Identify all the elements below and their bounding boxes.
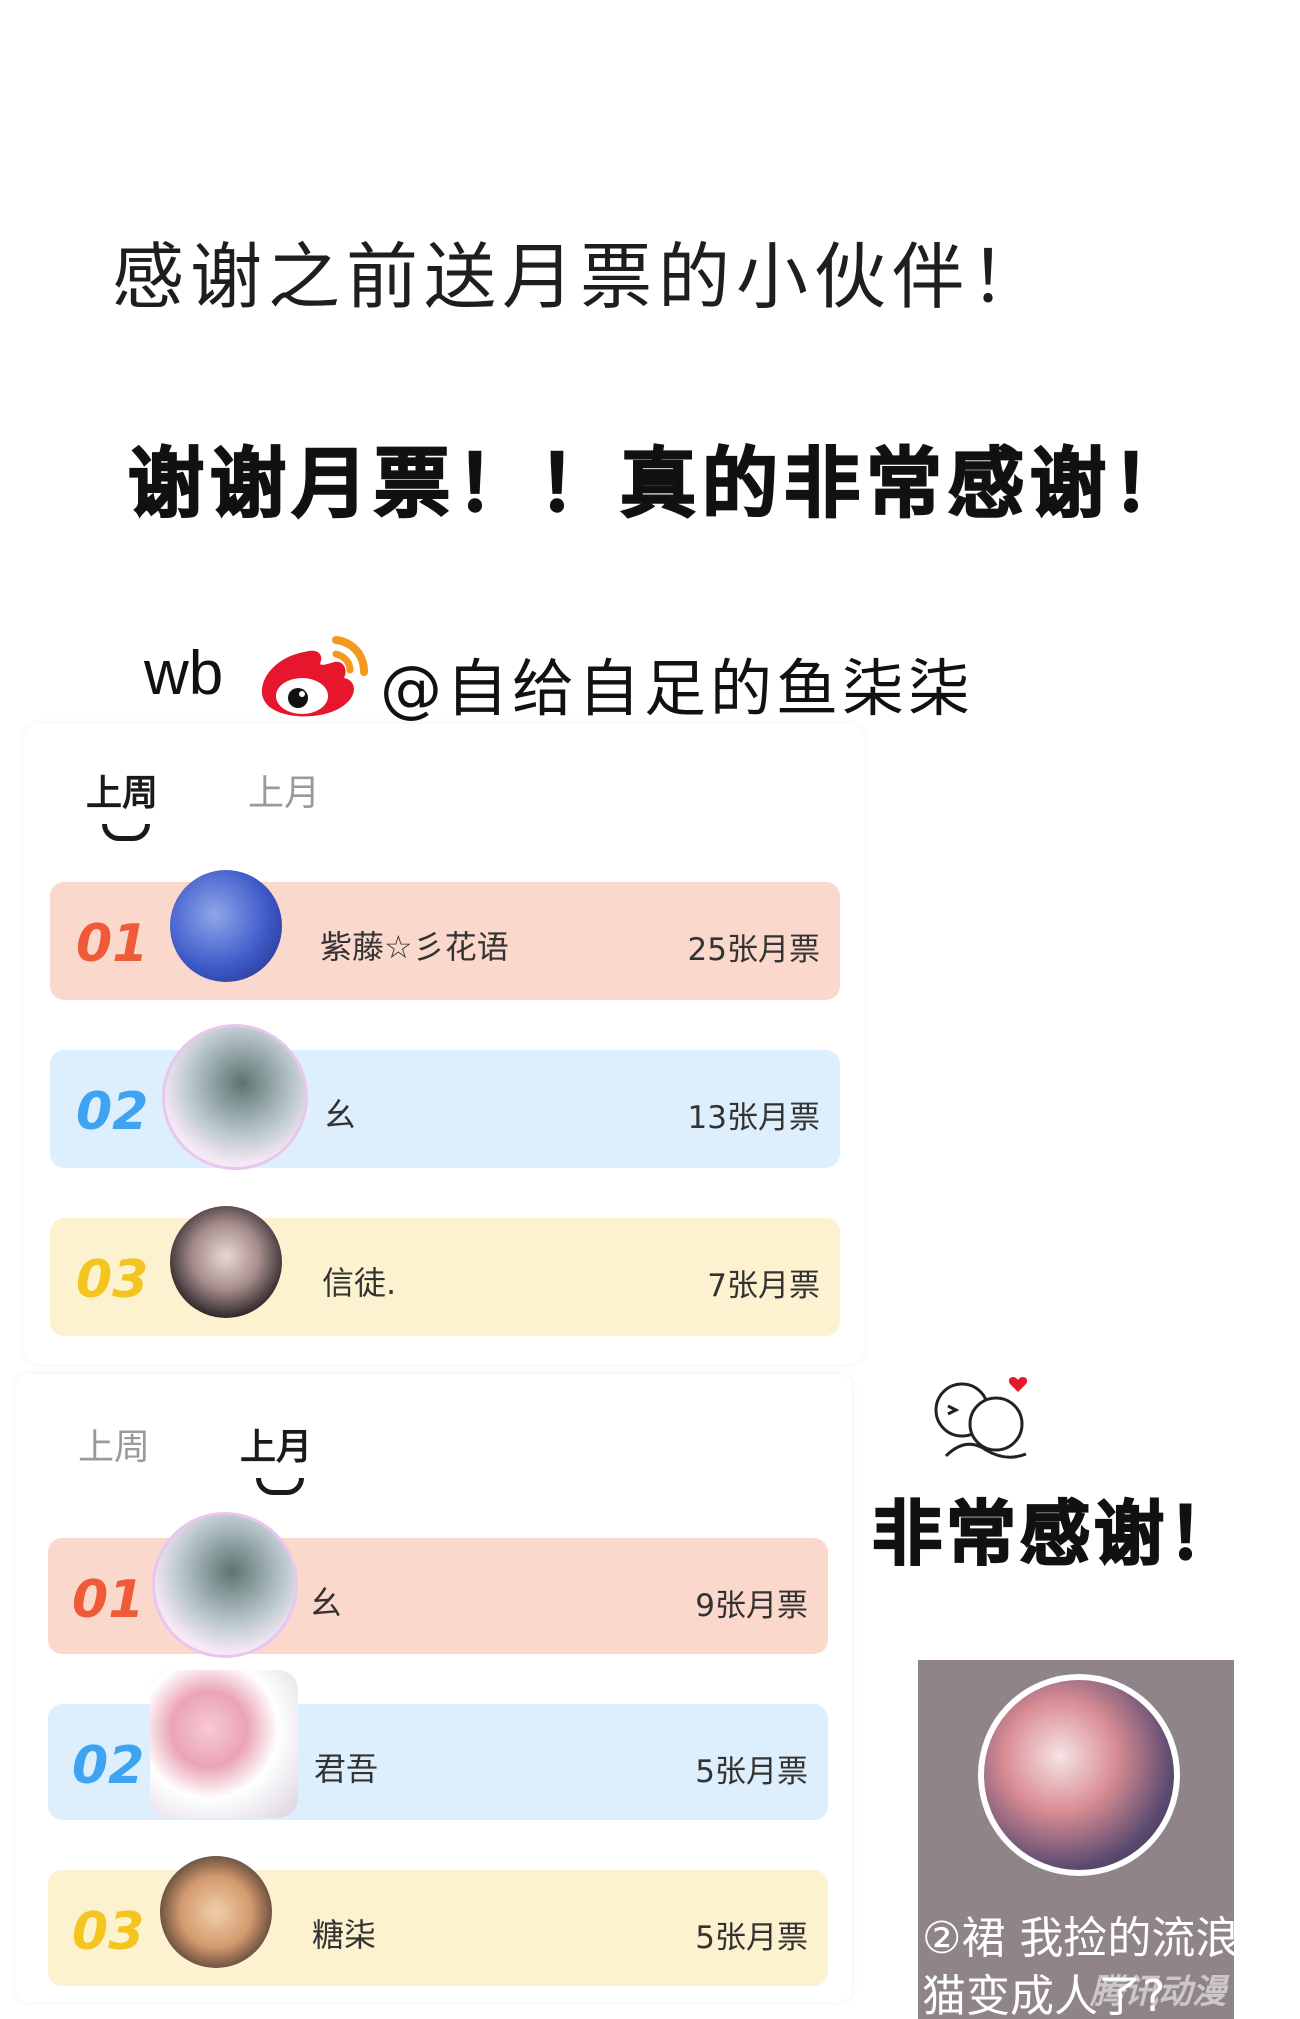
user-name: 糖柒 — [312, 1916, 377, 1954]
wb-prefix: wb — [144, 639, 224, 708]
weibo-logo-icon — [261, 636, 368, 717]
ranking-row[interactable]: 02 幺 13张月票 — [50, 1024, 840, 1170]
user-avatar — [150, 1670, 298, 1818]
ranking-row[interactable]: 01 幺 9张月票 — [48, 1512, 828, 1658]
vote-count: 13张月票 — [687, 1100, 820, 1136]
user-avatar — [152, 1512, 298, 1658]
vote-count: 5张月票 — [695, 1754, 808, 1790]
ranking-row[interactable]: 03 信徒. 7张月票 — [50, 1206, 840, 1336]
tab-last-week[interactable]: 上周 — [78, 1418, 150, 1470]
ranking-row[interactable]: 01 紫藤☆彡花语 25张月票 — [50, 870, 840, 1000]
vote-count: 25张月票 — [687, 932, 820, 968]
rank-number: 03 — [76, 1250, 149, 1310]
hug-sticker-icon — [926, 1366, 1038, 1466]
side-thanks-text: 非常感谢！ — [871, 1492, 1242, 1576]
rank-number: 02 — [76, 1082, 149, 1142]
comic-cover-card[interactable]: ②裙 我捡的流浪猫变成人了? 腾讯动漫 — [918, 1660, 1234, 2019]
thanks-title: 感谢之前送月票的小伙伴！ — [112, 235, 1049, 319]
vote-count: 5张月票 — [695, 1920, 808, 1956]
active-tab-indicator — [256, 1478, 304, 1495]
user-name: 幺 — [310, 1584, 343, 1622]
site-watermark: 腾讯动漫 — [1090, 1972, 1226, 2012]
rank-number: 01 — [72, 1570, 145, 1630]
user-avatar — [162, 1024, 308, 1170]
ranking-row[interactable]: 02 君吾 5张月票 — [48, 1670, 828, 1820]
user-avatar — [160, 1856, 272, 1968]
active-tab-indicator — [102, 824, 150, 841]
cover-avatar — [978, 1674, 1180, 1876]
bold-thanks-text: 谢谢月票！！真的非常感谢！ — [127, 438, 1194, 529]
user-avatar — [170, 870, 282, 982]
user-avatar — [170, 1206, 282, 1318]
vote-count: 9张月票 — [695, 1588, 808, 1624]
user-name: 君吾 — [314, 1750, 379, 1788]
vote-count: 7张月票 — [707, 1268, 820, 1304]
weibo-handle: @自给自足的鱼柒柒 — [380, 652, 975, 725]
rank-number: 03 — [72, 1902, 145, 1962]
tab-last-month[interactable]: 上月 — [248, 764, 320, 816]
weekly-ranking-panel: 上周 上月 01 紫藤☆彡花语 25张月票 02 幺 13张月票 03 信徒. … — [24, 724, 864, 1364]
tab-last-week[interactable]: 上周 — [86, 764, 158, 816]
tab-last-month[interactable]: 上月 — [240, 1418, 312, 1470]
user-name: 信徒. — [322, 1264, 397, 1302]
rank-number: 02 — [72, 1736, 145, 1796]
ranking-row[interactable]: 03 糖柒 5张月票 — [48, 1856, 828, 1986]
rank-number: 01 — [76, 914, 149, 974]
monthly-ranking-panel: 上周 上月 01 幺 9张月票 02 君吾 5张月票 03 糖柒 5张月票 — [16, 1374, 852, 2002]
user-name: 紫藤☆彡花语 — [320, 928, 509, 966]
user-name: 幺 — [324, 1096, 357, 1134]
